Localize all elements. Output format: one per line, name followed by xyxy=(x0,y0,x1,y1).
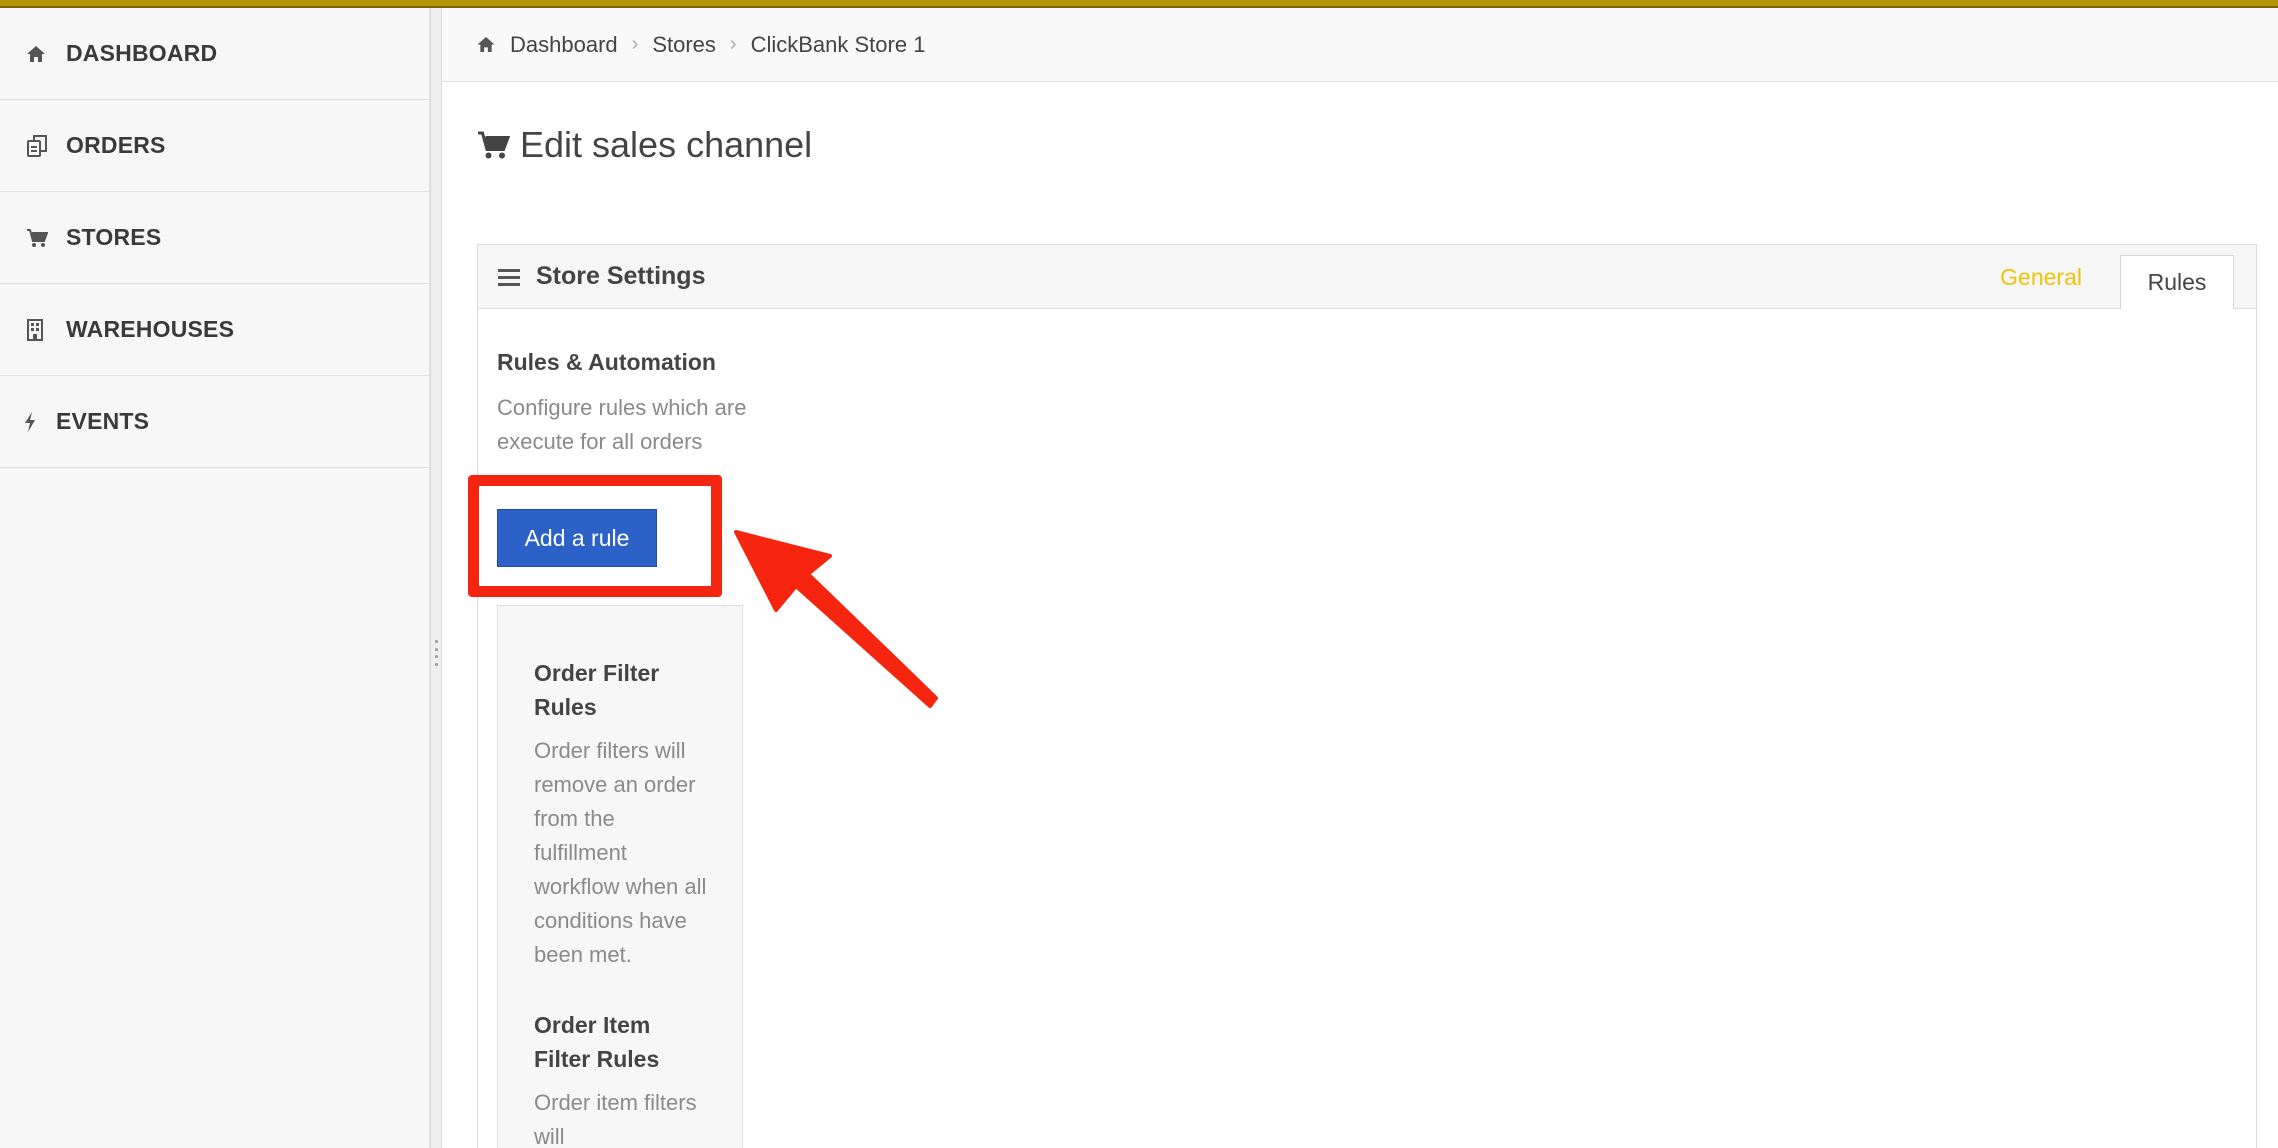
sidebar-resize-handle[interactable] xyxy=(430,8,442,1148)
rules-section-description: Configure rules which are execute for al… xyxy=(497,395,747,467)
sidebar: DASHBOARD ORDERS STORES WAREHOUSES EVENT… xyxy=(0,8,430,1148)
sidebar-item-label: WAREHOUSES xyxy=(66,316,235,342)
top-accent-bar xyxy=(0,0,2278,8)
breadcrumb: Dashboard › Stores › ClickBank Store 1 xyxy=(442,8,2278,82)
breadcrumb-current-store: ClickBank Store 1 xyxy=(750,31,926,57)
rules-section-title: Rules & Automation xyxy=(497,349,716,375)
rule-heading: Order Item Filter Rules xyxy=(534,1012,660,1072)
panel-title: Store Settings xyxy=(536,262,706,290)
page-title: Edit sales channel xyxy=(476,124,812,166)
grip-icon xyxy=(431,640,441,666)
rule-description: Order filters will remove an order from … xyxy=(534,738,707,967)
home-icon xyxy=(26,40,66,68)
menu-icon xyxy=(498,268,520,286)
cart-icon xyxy=(476,130,510,160)
sidebar-item-events[interactable]: EVENTS xyxy=(0,376,429,468)
bolt-icon xyxy=(24,408,56,436)
page-title-text: Edit sales channel xyxy=(520,124,813,165)
sidebar-item-label: STORES xyxy=(66,224,162,250)
sidebar-item-dashboard[interactable]: DASHBOARD xyxy=(0,8,429,100)
breadcrumb-stores[interactable]: Stores xyxy=(652,32,716,58)
sidebar-item-warehouses[interactable]: WAREHOUSES xyxy=(0,284,429,376)
store-settings-panel: Store Settings General Rules Rules & Aut… xyxy=(468,244,2257,1148)
tab-rules[interactable]: Rules xyxy=(2120,255,2234,309)
rule-description: Order item filters will xyxy=(534,1090,697,1148)
building-icon xyxy=(26,316,66,344)
rule-heading: Order Filter Rules xyxy=(534,660,660,720)
panel-header: Store Settings General Rules xyxy=(478,245,2256,309)
sidebar-item-stores[interactable]: STORES xyxy=(0,192,429,284)
breadcrumb-dashboard[interactable]: Dashboard xyxy=(510,32,618,58)
cart-icon xyxy=(26,224,66,252)
add-rule-button[interactable]: Add a rule xyxy=(497,509,657,567)
home-icon[interactable] xyxy=(476,36,496,53)
sidebar-item-label: DASHBOARD xyxy=(66,40,218,66)
sidebar-item-orders[interactable]: ORDERS xyxy=(0,100,429,192)
breadcrumb-separator: › xyxy=(729,33,737,55)
rules-info-card: Order Filter Rules Order filters will re… xyxy=(497,605,743,1148)
tab-general[interactable]: General xyxy=(2000,245,2082,309)
sidebar-item-label: EVENTS xyxy=(56,408,150,434)
orders-icon xyxy=(26,132,66,160)
breadcrumb-separator: › xyxy=(631,33,639,55)
sidebar-item-label: ORDERS xyxy=(66,132,166,158)
